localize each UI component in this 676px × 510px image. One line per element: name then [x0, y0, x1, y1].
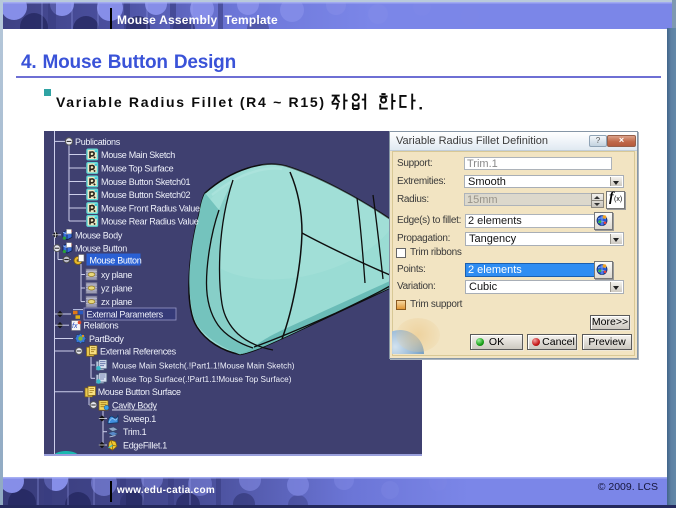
svg-text:Mouse Button Sketch01: Mouse Button Sketch01 [101, 177, 191, 187]
svg-text:Mouse Button: Mouse Button [75, 244, 127, 254]
svg-text:Cavity Body: Cavity Body [112, 401, 158, 411]
svg-text:Mouse Main Sketch: Mouse Main Sketch [101, 150, 175, 160]
svg-text:zx plane: zx plane [101, 297, 132, 307]
svg-text:Mouse Top Surface(.!Part1.1!Mo: Mouse Top Surface(.!Part1.1!Mouse Top Su… [112, 375, 292, 384]
svg-text:Mouse Button: Mouse Button [90, 255, 142, 265]
svg-text:Trim.1: Trim.1 [123, 427, 147, 437]
svg-text:External References: External References [100, 347, 177, 357]
svg-text:Mouse Front Radius Value: Mouse Front Radius Value [101, 204, 200, 214]
svg-text:Sweep.1: Sweep.1 [123, 414, 156, 424]
svg-text:Mouse Rear Radius Value: Mouse Rear Radius Value [101, 217, 199, 227]
svg-text:PartBody: PartBody [89, 334, 124, 344]
svg-text:Mouse Body: Mouse Body [75, 230, 123, 240]
svg-text:Publications: Publications [75, 137, 121, 147]
svg-text:Mouse Main Sketch(.!Part1.1!Mo: Mouse Main Sketch(.!Part1.1!Mouse Main S… [112, 362, 295, 371]
svg-text:External Parameters: External Parameters [87, 310, 164, 320]
svg-text:yz plane: yz plane [101, 284, 132, 294]
svg-text:Mouse Button Surface: Mouse Button Surface [98, 387, 181, 397]
svg-text:Relations: Relations [84, 321, 120, 331]
svg-text:xy plane: xy plane [101, 270, 132, 280]
svg-text:EdgeFillet.1: EdgeFillet.1 [123, 441, 167, 451]
svg-text:Mouse Top Surface: Mouse Top Surface [101, 164, 174, 174]
svg-text:Mouse Button Sketch02: Mouse Button Sketch02 [101, 190, 191, 200]
